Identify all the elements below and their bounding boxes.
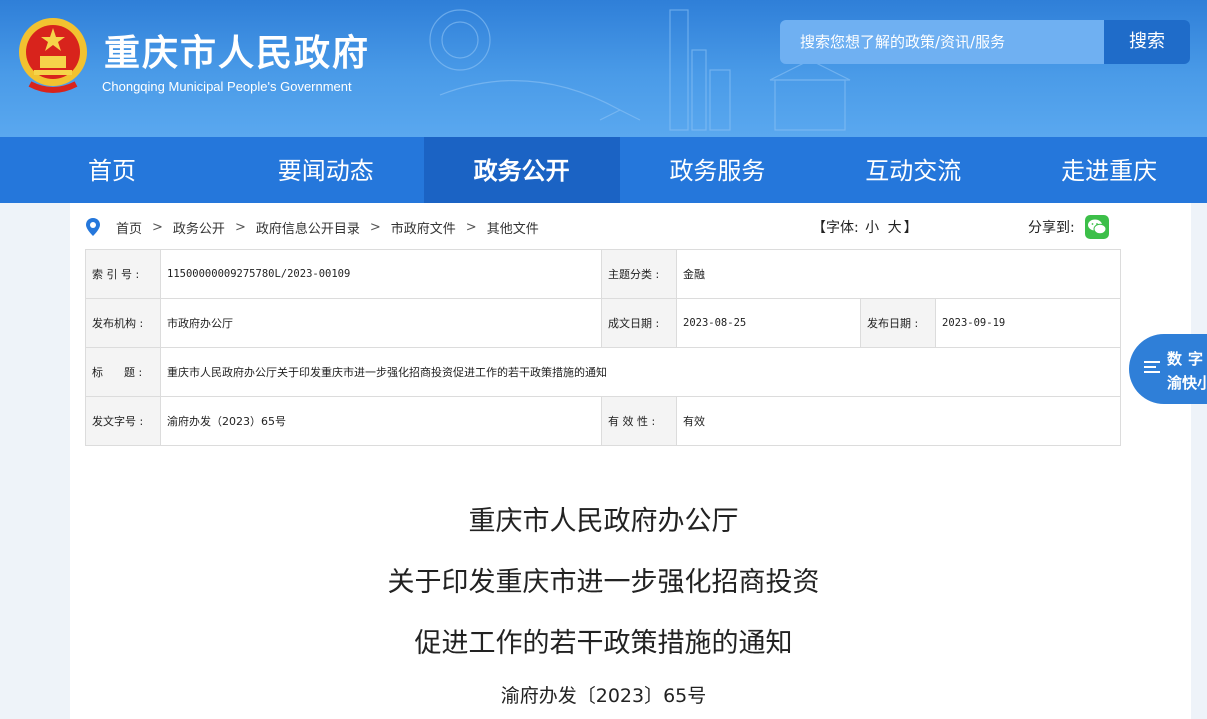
widget-label-line-1: 数字: [1167, 350, 1207, 368]
font-size-control: 【字体: 小 大】: [812, 217, 918, 237]
nav-item-about-chongqing[interactable]: 走进重庆: [1011, 137, 1207, 203]
widget-label-line-2: 渝快小: [1167, 374, 1207, 392]
publish-date-value: 2023-09-19: [935, 298, 1121, 348]
table-row: 标 题 : 重庆市人民政府办公厅关于印发重庆市进一步强化招商投资促进工作的若干政…: [85, 347, 1121, 397]
digital-assistant-widget[interactable]: 数字 渝快小: [1129, 334, 1207, 404]
breadcrumb-separator: >: [369, 219, 381, 235]
nav-item-news[interactable]: 要闻动态: [228, 137, 424, 203]
table-row: 发文字号 : 渝府办发（2023）65号 有 效 性 : 有效: [85, 396, 1121, 446]
search-button[interactable]: 搜索: [1104, 20, 1190, 64]
document-metadata-table: 索 引 号 : 11500000009275780L/2023-00109 主题…: [85, 249, 1121, 446]
breadcrumb: 首页 > 政务公开 > 政府信息公开目录 > 市政府文件 > 其他文件: [84, 217, 539, 237]
font-size-large-button[interactable]: 大: [888, 220, 902, 236]
breadcrumb-municipal-documents[interactable]: 市政府文件: [391, 218, 456, 237]
document-number-value: 渝府办发（2023）65号: [160, 396, 602, 446]
written-date-value: 2023-08-25: [676, 298, 861, 348]
wechat-share-icon[interactable]: [1084, 215, 1109, 239]
index-number-value: 11500000009275780L/2023-00109: [160, 249, 602, 299]
breadcrumb-info-catalog[interactable]: 政府信息公开目录: [256, 218, 360, 237]
table-row: 索 引 号 : 11500000009275780L/2023-00109 主题…: [85, 249, 1121, 299]
national-emblem-icon: [19, 18, 87, 93]
publish-date-label: 发布日期 :: [860, 298, 936, 348]
nav-item-home[interactable]: 首页: [0, 137, 228, 203]
breadcrumb-separator: >: [234, 219, 246, 235]
breadcrumb-home[interactable]: 首页: [116, 218, 142, 237]
list-icon: [1144, 361, 1160, 373]
breadcrumb-other-documents[interactable]: 其他文件: [487, 218, 539, 237]
font-size-small-button[interactable]: 小: [865, 220, 879, 236]
publisher-value: 市政府办公厅: [160, 298, 602, 348]
breadcrumb-separator: >: [152, 219, 163, 235]
breadcrumb-government-affairs[interactable]: 政务公开: [173, 218, 225, 237]
site-header: 重庆市人民政府 Chongqing Municipal People's Gov…: [0, 0, 1207, 137]
main-nav: 首页 要闻动态 政务公开 政务服务 互动交流 走进重庆: [0, 137, 1207, 203]
validity-value: 有效: [676, 396, 1121, 446]
written-date-label: 成文日期 :: [601, 298, 677, 348]
site-subtitle: Chongqing Municipal People's Government: [102, 79, 352, 94]
share-label: 分享到:: [1028, 220, 1075, 236]
breadcrumb-separator: >: [465, 219, 477, 235]
validity-label: 有 效 性 :: [601, 396, 677, 446]
nav-item-government-affairs[interactable]: 政务公开: [423, 137, 620, 203]
font-size-suffix: 】: [903, 220, 918, 236]
font-size-prefix: 【字体:: [812, 220, 859, 236]
title-label: 标 题 :: [85, 347, 161, 397]
nav-item-services[interactable]: 政务服务: [620, 137, 816, 203]
document-title-line-1: 重庆市人民政府办公厅: [468, 506, 739, 537]
document-number-label: 发文字号 :: [85, 396, 161, 446]
topic-category-label: 主题分类 :: [601, 249, 677, 299]
topic-category-value: 金融: [676, 249, 1121, 299]
site-title: 重庆市人民政府: [104, 33, 371, 74]
nav-item-interaction[interactable]: 互动交流: [815, 137, 1011, 203]
location-pin-icon: [86, 218, 100, 236]
document-number: 渝府办发〔2023〕65号: [500, 685, 707, 707]
index-number-label: 索 引 号 :: [85, 249, 161, 299]
search-input[interactable]: 搜索您想了解的政策/资讯/服务: [780, 20, 1104, 64]
table-row: 发布机构 : 市政府办公厅 成文日期 : 2023-08-25 发布日期 : 2…: [85, 298, 1121, 348]
document-title-line-3: 促进工作的若干政策措施的通知: [414, 628, 793, 659]
content-panel: 首页 > 政务公开 > 政府信息公开目录 > 市政府文件 > 其他文件 【字体:…: [70, 203, 1191, 719]
document-title-line-2: 关于印发重庆市进一步强化招商投资: [387, 567, 820, 598]
title-value: 重庆市人民政府办公厅关于印发重庆市进一步强化招商投资促进工作的若干政策措施的通知: [160, 347, 1121, 397]
share-bar: 分享到:: [1028, 215, 1109, 239]
publisher-label: 发布机构 :: [85, 298, 161, 348]
